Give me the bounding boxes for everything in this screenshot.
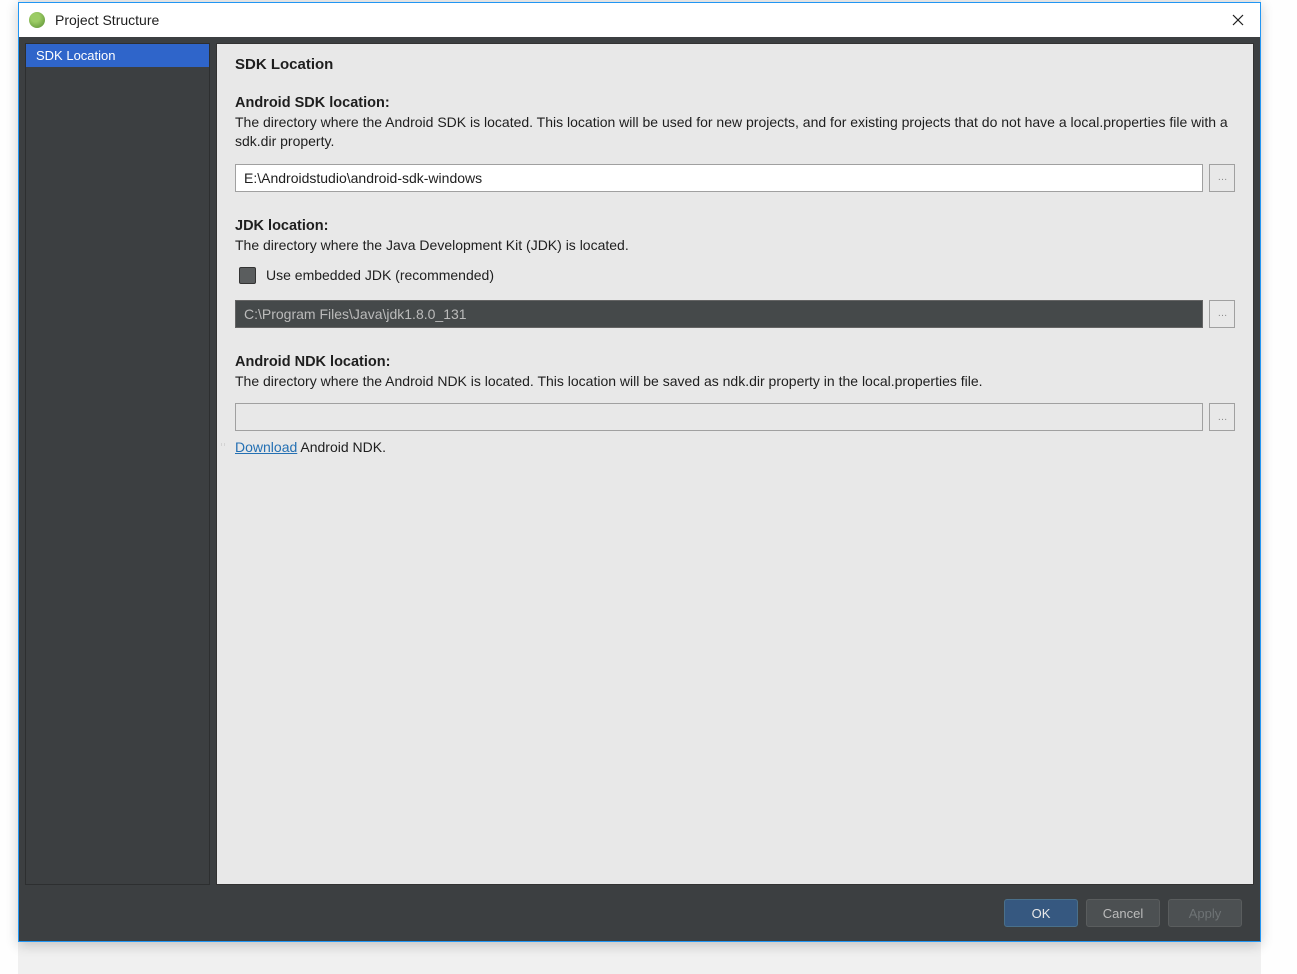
ndk-path-input[interactable] [235, 403, 1203, 431]
apply-button[interactable]: Apply [1168, 899, 1242, 927]
jdk-section-desc: The directory where the Java Development… [235, 236, 1235, 255]
android-studio-icon [29, 12, 45, 28]
grip-dots-icon: ⋮⋮ [220, 443, 226, 446]
background-ide-fragment-right [1261, 0, 1297, 974]
dialog-body: SDK Location ⋮⋮ SDK Location Android SDK… [19, 37, 1260, 941]
jdk-path-input[interactable] [235, 300, 1203, 328]
jdk-path-row: … [235, 300, 1235, 328]
use-embedded-jdk-label: Use embedded JDK (recommended) [266, 267, 494, 283]
ndk-section-title: Android NDK location: [235, 354, 1235, 370]
window-title: Project Structure [55, 12, 1216, 28]
sdk-section-title: Android SDK location: [235, 95, 1235, 111]
ndk-browse-button[interactable]: … [1209, 403, 1235, 431]
panel-heading: SDK Location [235, 56, 1235, 73]
close-icon [1232, 14, 1244, 26]
ndk-path-row: … [235, 403, 1235, 431]
download-ndk-tail: Android NDK. [297, 439, 386, 455]
jdk-browse-button[interactable]: … [1209, 300, 1235, 328]
ndk-section-desc: The directory where the Android NDK is l… [235, 372, 1235, 391]
splitter-handle[interactable]: ⋮⋮ [219, 443, 227, 463]
ok-button[interactable]: OK [1004, 899, 1078, 927]
close-button[interactable] [1216, 3, 1260, 37]
main-panel: SDK Location Android SDK location: The d… [216, 43, 1254, 885]
cancel-button[interactable]: Cancel [1086, 899, 1160, 927]
background-ide-fragment [0, 0, 18, 974]
project-structure-dialog: Project Structure SDK Location ⋮⋮ SDK Lo… [18, 2, 1261, 942]
sdk-browse-button[interactable]: … [1209, 164, 1235, 192]
content-row: SDK Location ⋮⋮ SDK Location Android SDK… [25, 43, 1254, 885]
sidebar-item-sdk-location[interactable]: SDK Location [26, 44, 209, 67]
sdk-path-row: … [235, 164, 1235, 192]
button-bar: OK Cancel Apply [25, 885, 1254, 941]
ndk-download-line: Download Android NDK. [235, 439, 1235, 455]
sidebar: SDK Location [25, 43, 210, 885]
sidebar-item-label: SDK Location [36, 48, 116, 63]
jdk-section-title: JDK location: [235, 218, 1235, 234]
download-ndk-link[interactable]: Download [235, 439, 297, 455]
jdk-embedded-row: Use embedded JDK (recommended) [239, 267, 1235, 284]
titlebar[interactable]: Project Structure [19, 3, 1260, 37]
sdk-path-input[interactable] [235, 164, 1203, 192]
use-embedded-jdk-checkbox[interactable] [239, 267, 256, 284]
sdk-section-desc: The directory where the Android SDK is l… [235, 113, 1235, 152]
